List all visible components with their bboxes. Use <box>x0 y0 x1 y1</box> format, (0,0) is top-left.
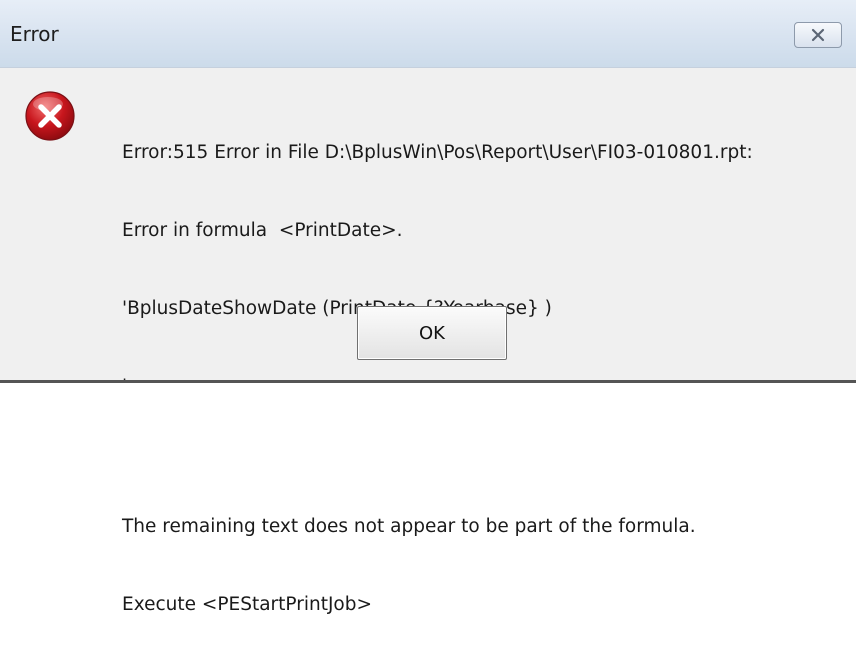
dialog-content: Error:515 Error in File D:\BplusWin\Pos\… <box>0 68 856 615</box>
window-title: Error <box>10 22 59 46</box>
message-line: Execute <PEStartPrintJob> <box>122 594 372 615</box>
message-line: Error in formula <PrintDate>. <box>122 220 403 241</box>
ok-button[interactable]: OK <box>357 306 507 360</box>
error-message: Error:515 Error in File D:\BplusWin\Pos\… <box>122 88 842 670</box>
message-line: Error:515 Error in File D:\BplusWin\Pos\… <box>122 142 753 163</box>
close-icon <box>811 28 825 42</box>
title-bar[interactable]: Error <box>0 0 856 68</box>
close-button[interactable] <box>794 22 842 48</box>
message-line: The remaining text does not appear to be… <box>122 516 696 537</box>
background-window-edge <box>0 380 856 399</box>
error-dialog: Error Error:515 Error in File D:\BplusWi… <box>0 0 856 615</box>
error-icon <box>25 91 75 141</box>
message-gap <box>122 452 842 462</box>
